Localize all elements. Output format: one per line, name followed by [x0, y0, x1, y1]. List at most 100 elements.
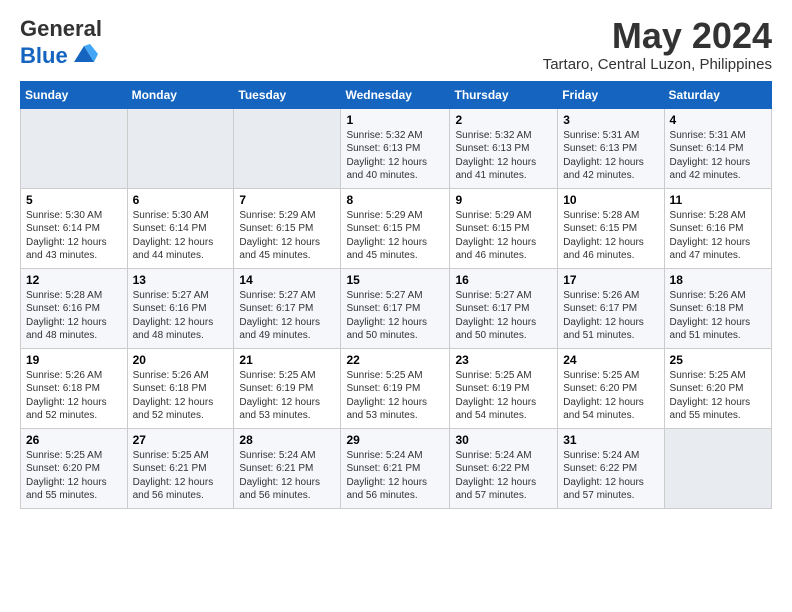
day-number: 30 [455, 433, 552, 447]
day-number: 31 [563, 433, 658, 447]
day-number: 1 [346, 113, 444, 127]
calendar-cell: 2Sunrise: 5:32 AMSunset: 6:13 PMDaylight… [450, 108, 558, 188]
day-info: Sunrise: 5:29 AMSunset: 6:15 PMDaylight:… [455, 209, 552, 263]
calendar-cell: 24 Sunrise: 5:25 AMSunset: 6:20 PMDayligh… [558, 348, 664, 428]
location: Tartaro, Central Luzon, Philippines [543, 56, 772, 73]
calendar-table: SundayMondayTuesdayWednesdayThursdayFrid… [20, 81, 772, 509]
day-number: 23 [455, 353, 552, 367]
day-info: Sunrise: 5:24 AMSunset: 6:21 PMDaylight:… [239, 449, 335, 503]
day-info: Sunrise: 5:25 AMSunset: 6:19 PMDaylight:… [239, 369, 335, 423]
day-number: 28 [239, 433, 335, 447]
day-header-thursday: Thursday [450, 81, 558, 108]
calendar-cell: 3Sunrise: 5:31 AMSunset: 6:13 PMDaylight… [558, 108, 664, 188]
day-number: 19 [26, 353, 122, 367]
month-title: May 2024 [543, 16, 772, 56]
logo: General Blue [20, 16, 102, 70]
logo-icon [70, 40, 98, 68]
calendar-cell: 11Sunrise: 5:28 AMSunset: 6:16 PMDayligh… [664, 188, 771, 268]
day-info: Sunrise: 5:25 AMSunset: 6:20 PMDaylight:… [26, 449, 122, 503]
day-info: Sunrise: 5:28 AMSunset: 6:16 PMDaylight:… [26, 289, 122, 343]
calendar-week-row: 12 Sunrise: 5:28 AMSunset: 6:16 PMDayligh… [21, 268, 772, 348]
day-number: 8 [346, 193, 444, 207]
calendar-cell: 6 Sunrise: 5:30 AMSunset: 6:14 PMDaylight… [127, 188, 234, 268]
day-info: Sunrise: 5:24 AMSunset: 6:22 PMDaylight:… [455, 449, 552, 503]
calendar-week-row: 19 Sunrise: 5:26 AMSunset: 6:18 PMDayligh… [21, 348, 772, 428]
calendar-cell: 7 Sunrise: 5:29 AMSunset: 6:15 PMDaylight… [234, 188, 341, 268]
calendar-cell: 28 Sunrise: 5:24 AMSunset: 6:21 PMDayligh… [234, 428, 341, 508]
day-number: 2 [455, 113, 552, 127]
day-number: 25 [670, 353, 766, 367]
day-header-tuesday: Tuesday [234, 81, 341, 108]
calendar-cell: 27 Sunrise: 5:25 AMSunset: 6:21 PMDayligh… [127, 428, 234, 508]
day-info: Sunrise: 5:31 AMSunset: 6:13 PMDaylight:… [563, 129, 658, 183]
day-info: Sunrise: 5:24 AMSunset: 6:22 PMDaylight:… [563, 449, 658, 503]
calendar-cell: 21 Sunrise: 5:25 AMSunset: 6:19 PMDayligh… [234, 348, 341, 428]
day-info: Sunrise: 5:25 AMSunset: 6:20 PMDaylight:… [670, 369, 766, 423]
day-info: Sunrise: 5:25 AMSunset: 6:19 PMDaylight:… [455, 369, 552, 423]
calendar-cell [21, 108, 128, 188]
calendar-cell: 31 Sunrise: 5:24 AMSunset: 6:22 PMDayligh… [558, 428, 664, 508]
day-header-friday: Friday [558, 81, 664, 108]
calendar-cell [234, 108, 341, 188]
day-info: Sunrise: 5:29 AMSunset: 6:15 PMDaylight:… [346, 209, 444, 263]
day-info: Sunrise: 5:31 AMSunset: 6:14 PMDaylight:… [670, 129, 766, 183]
day-number: 29 [346, 433, 444, 447]
logo-general: General [20, 16, 102, 41]
day-info: Sunrise: 5:24 AMSunset: 6:21 PMDaylight:… [346, 449, 444, 503]
day-number: 10 [563, 193, 658, 207]
calendar-cell: 13 Sunrise: 5:27 AMSunset: 6:16 PMDayligh… [127, 268, 234, 348]
day-header-wednesday: Wednesday [341, 81, 450, 108]
day-info: Sunrise: 5:26 AMSunset: 6:18 PMDaylight:… [26, 369, 122, 423]
day-info: Sunrise: 5:32 AMSunset: 6:13 PMDaylight:… [346, 129, 444, 183]
day-number: 5 [26, 193, 122, 207]
day-info: Sunrise: 5:25 AMSunset: 6:20 PMDaylight:… [563, 369, 658, 423]
day-info: Sunrise: 5:27 AMSunset: 6:17 PMDaylight:… [346, 289, 444, 343]
calendar-cell: 16Sunrise: 5:27 AMSunset: 6:17 PMDayligh… [450, 268, 558, 348]
day-number: 27 [133, 433, 229, 447]
day-header-saturday: Saturday [664, 81, 771, 108]
calendar-cell: 20 Sunrise: 5:26 AMSunset: 6:18 PMDayligh… [127, 348, 234, 428]
day-number: 7 [239, 193, 335, 207]
day-number: 24 [563, 353, 658, 367]
day-number: 12 [26, 273, 122, 287]
day-number: 11 [670, 193, 766, 207]
day-info: Sunrise: 5:29 AMSunset: 6:15 PMDaylight:… [239, 209, 335, 263]
calendar-week-row: 1 Sunrise: 5:32 AMSunset: 6:13 PMDaylight… [21, 108, 772, 188]
calendar-cell: 4 Sunrise: 5:31 AMSunset: 6:14 PMDaylight… [664, 108, 771, 188]
day-number: 15 [346, 273, 444, 287]
day-info: Sunrise: 5:25 AMSunset: 6:21 PMDaylight:… [133, 449, 229, 503]
day-info: Sunrise: 5:30 AMSunset: 6:14 PMDaylight:… [26, 209, 122, 263]
day-number: 26 [26, 433, 122, 447]
logo-text: General Blue [20, 16, 102, 70]
day-info: Sunrise: 5:25 AMSunset: 6:19 PMDaylight:… [346, 369, 444, 423]
day-number: 6 [133, 193, 229, 207]
day-info: Sunrise: 5:28 AMSunset: 6:15 PMDaylight:… [563, 209, 658, 263]
calendar-cell: 12 Sunrise: 5:28 AMSunset: 6:16 PMDayligh… [21, 268, 128, 348]
calendar-cell: 15 Sunrise: 5:27 AMSunset: 6:17 PMDayligh… [341, 268, 450, 348]
day-header-monday: Monday [127, 81, 234, 108]
calendar-week-row: 5 Sunrise: 5:30 AMSunset: 6:14 PMDaylight… [21, 188, 772, 268]
day-number: 14 [239, 273, 335, 287]
day-info: Sunrise: 5:30 AMSunset: 6:14 PMDaylight:… [133, 209, 229, 263]
calendar-cell: 8 Sunrise: 5:29 AMSunset: 6:15 PMDaylight… [341, 188, 450, 268]
day-info: Sunrise: 5:26 AMSunset: 6:18 PMDaylight:… [133, 369, 229, 423]
day-info: Sunrise: 5:26 AMSunset: 6:17 PMDaylight:… [563, 289, 658, 343]
calendar-cell: 25 Sunrise: 5:25 AMSunset: 6:20 PMDayligh… [664, 348, 771, 428]
day-info: Sunrise: 5:26 AMSunset: 6:18 PMDaylight:… [670, 289, 766, 343]
day-info: Sunrise: 5:27 AMSunset: 6:16 PMDaylight:… [133, 289, 229, 343]
calendar-header-row: SundayMondayTuesdayWednesdayThursdayFrid… [21, 81, 772, 108]
day-number: 4 [670, 113, 766, 127]
day-header-sunday: Sunday [21, 81, 128, 108]
calendar-cell: 10 Sunrise: 5:28 AMSunset: 6:15 PMDayligh… [558, 188, 664, 268]
calendar-cell: 1 Sunrise: 5:32 AMSunset: 6:13 PMDaylight… [341, 108, 450, 188]
day-number: 20 [133, 353, 229, 367]
day-info: Sunrise: 5:27 AMSunset: 6:17 PMDaylight:… [239, 289, 335, 343]
day-number: 21 [239, 353, 335, 367]
day-number: 17 [563, 273, 658, 287]
day-number: 13 [133, 273, 229, 287]
calendar-cell: 9Sunrise: 5:29 AMSunset: 6:15 PMDaylight… [450, 188, 558, 268]
calendar-cell: 26 Sunrise: 5:25 AMSunset: 6:20 PMDayligh… [21, 428, 128, 508]
calendar-cell [127, 108, 234, 188]
calendar-cell: 29 Sunrise: 5:24 AMSunset: 6:21 PMDayligh… [341, 428, 450, 508]
day-number: 16 [455, 273, 552, 287]
